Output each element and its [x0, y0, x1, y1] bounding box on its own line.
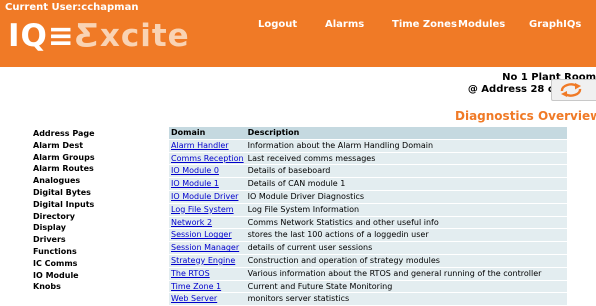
nav-modules[interactable]: Modules [458, 19, 505, 30]
domain-link[interactable]: The RTOS [171, 269, 210, 278]
domain-description: stores the last 100 actions of a loggedi… [245, 228, 567, 242]
nav-graphiqs[interactable]: GraphIQs [529, 19, 581, 30]
table-row: Strategy Engine Construction and operatio… [169, 253, 567, 268]
domain-link[interactable]: IO Module 1 [171, 179, 219, 188]
sidebar-item[interactable]: IO Module [33, 270, 95, 282]
sidebar-item[interactable]: Analogues [33, 175, 95, 187]
sidebar-item[interactable]: Digital Bytes [33, 187, 95, 199]
sidebar-item[interactable]: Display [33, 222, 95, 234]
table-row: Web Server monitors server statistics [169, 292, 567, 306]
domain-link[interactable]: IO Module Driver [171, 192, 238, 201]
domain-description: Details of CAN module 1 [245, 177, 567, 191]
sidebar-item[interactable]: Alarm Routes [33, 163, 95, 175]
domain-link[interactable]: Session Manager [171, 243, 239, 252]
sidebar-item[interactable]: Knobs [33, 281, 95, 293]
nav-alarms[interactable]: Alarms [325, 19, 364, 30]
domain-description: Current and Future State Monitoring [245, 279, 567, 293]
iq3xcite-logo: IQ≡ Ƹxcite [8, 18, 190, 54]
table-row: Session Manager details of current user s… [169, 241, 567, 255]
domain-table: Domain Description Alarm Handler Informat… [169, 127, 567, 306]
domain-description: Details of baseboard [245, 164, 567, 178]
refresh-icon [560, 83, 582, 97]
logo-iq: IQ≡ [8, 18, 75, 54]
domain-link[interactable]: Alarm Handler [171, 141, 229, 150]
sidebar-item[interactable]: Directory [33, 211, 95, 223]
table-row: Alarm Handler Information about the Alarm… [169, 138, 567, 153]
description-header: Description [245, 127, 567, 140]
table-row: IO Module Driver IO Module Driver Diagnos… [169, 189, 567, 204]
sidebar-item[interactable]: IC Comms [33, 258, 95, 270]
sidebar-item[interactable]: Digital Inputs [33, 199, 95, 211]
domain-link[interactable]: Comms Reception [171, 154, 244, 163]
sidebar-item[interactable]: Functions [33, 246, 95, 258]
domain-link[interactable]: Time Zone 1 [171, 282, 221, 291]
header-bar: Current User:cchapman IQ≡ Ƹxcite Logout A… [0, 0, 596, 67]
table-row: Time Zone 1 Current and Future State Moni… [169, 279, 567, 293]
sidebar-item[interactable]: Address Page [33, 128, 95, 140]
domain-link[interactable]: Log File System [171, 205, 234, 214]
nav-time-zones[interactable]: Time Zones [392, 19, 457, 30]
domain-link[interactable]: Session Logger [171, 230, 232, 239]
domain-link[interactable]: Strategy Engine [171, 256, 235, 265]
domain-description: Log File System Information [245, 202, 567, 217]
current-user-label: Current User:cchapman [5, 2, 139, 13]
domain-description: Construction and operation of strategy m… [245, 253, 567, 268]
diagnostics-sidebar: Address Page Alarm Dest Alarm Groups Ala… [33, 128, 95, 293]
logo-xcite: Ƹxcite [74, 18, 190, 54]
nav-logout[interactable]: Logout [258, 19, 297, 30]
domain-description: monitors server statistics [245, 292, 567, 306]
domain-description: Various information about the RTOS and g… [245, 266, 567, 281]
table-row: Session Logger stores the last 100 action… [169, 228, 567, 242]
table-row: IO Module 0 Details of baseboard [169, 164, 567, 178]
sidebar-item[interactable]: Alarm Dest [33, 140, 95, 152]
table-row: Comms Reception Last received comms messa… [169, 151, 567, 165]
sidebar-item[interactable]: Drivers [33, 234, 95, 246]
table-row: Log File System Log File System Informati… [169, 202, 567, 217]
domain-header: Domain [169, 127, 246, 140]
domain-description: IO Module Driver Diagnostics [245, 189, 567, 204]
domain-description: details of current user sessions [245, 241, 567, 255]
table-row: The RTOS Various information about the RT… [169, 266, 567, 281]
domain-description: Information about the Alarm Handling Dom… [245, 138, 567, 153]
table-row: Network 2 Comms Network Statistics and ot… [169, 215, 567, 229]
domain-description: Comms Network Statistics and other usefu… [245, 215, 567, 229]
refresh-button[interactable] [551, 79, 596, 101]
domain-link[interactable]: IO Module 0 [171, 166, 219, 175]
domain-link[interactable]: Web Server [171, 294, 217, 303]
table-row: IO Module 1 Details of CAN module 1 [169, 177, 567, 191]
domain-link[interactable]: Network 2 [171, 218, 212, 227]
domain-description: Last received comms messages [245, 151, 567, 165]
sidebar-item[interactable]: Alarm Groups [33, 152, 95, 164]
page-title: Diagnostics Overview [455, 109, 596, 123]
